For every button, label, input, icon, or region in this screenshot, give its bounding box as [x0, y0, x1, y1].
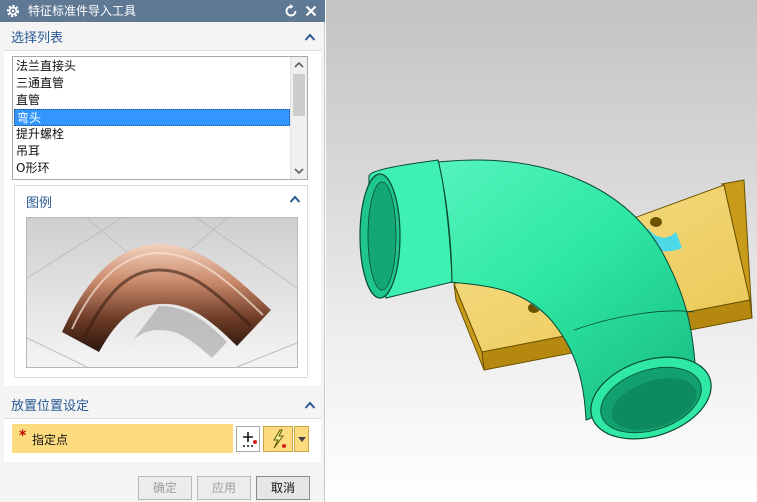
list-item-selected[interactable]: 弯头: [14, 109, 290, 126]
apply-button[interactable]: 应用: [197, 476, 251, 500]
specify-point-label: 指定点: [32, 433, 69, 447]
legend-header[interactable]: 图例: [15, 186, 307, 212]
dropdown-arrow-icon: [298, 437, 306, 442]
legend-panel: 图例: [14, 185, 308, 378]
list-item[interactable]: 直管: [14, 92, 290, 109]
list-item[interactable]: 提升螺栓: [14, 126, 290, 143]
legend-title: 图例: [26, 196, 53, 211]
dialog-title-bar[interactable]: 特征标准件导入工具: [0, 0, 325, 22]
pipe-elbow-illustration: [27, 218, 297, 367]
graphics-viewport[interactable]: [326, 0, 757, 502]
point-type-dropdown[interactable]: [294, 426, 309, 452]
chevron-up-icon[interactable]: [304, 32, 316, 42]
list-item[interactable]: 三通直管: [14, 75, 290, 92]
inferred-point-icon: [273, 429, 286, 449]
specify-point-row[interactable]: * 指定点: [12, 424, 233, 453]
pipe-elbow-preview: [26, 217, 298, 368]
gear-icon: [6, 4, 20, 18]
scroll-down-arrow-icon[interactable]: [291, 163, 307, 179]
selection-list-title: 选择列表: [11, 31, 64, 46]
list-item[interactable]: O形环: [14, 160, 290, 177]
placement-header[interactable]: 放置位置设定: [4, 394, 321, 418]
feature-standard-part-dialog: 特征标准件导入工具 选择列表 法兰直接头 三通直管 直管 弯头 提升螺栓 吊耳 …: [0, 0, 325, 502]
selection-list-header[interactable]: 选择列表: [4, 26, 321, 50]
part-listbox[interactable]: 法兰直接头 三通直管 直管 弯头 提升螺栓 吊耳 O形环: [12, 56, 308, 180]
scrollbar-thumb[interactable]: [293, 74, 305, 116]
placement-title: 放置位置设定: [11, 399, 90, 414]
inferred-point-button[interactable]: [263, 426, 293, 452]
reset-icon[interactable]: [283, 3, 299, 19]
ok-button[interactable]: 确定: [138, 476, 192, 500]
list-item[interactable]: 吊耳: [14, 143, 290, 160]
required-marker: *: [19, 428, 27, 444]
listbox-scrollbar[interactable]: [290, 57, 307, 179]
list-item[interactable]: 法兰直接头: [14, 58, 290, 75]
point-constructor-button[interactable]: [236, 426, 260, 452]
close-icon[interactable]: [303, 3, 319, 19]
chevron-up-icon[interactable]: [304, 400, 316, 410]
pipe-elbow-model[interactable]: [326, 0, 757, 502]
point-constructor-icon: [243, 432, 257, 447]
dialog-title: 特征标准件导入工具: [28, 4, 137, 18]
chevron-up-icon[interactable]: [289, 194, 301, 204]
scroll-up-arrow-icon[interactable]: [291, 57, 307, 73]
cancel-button[interactable]: 取消: [256, 476, 310, 500]
